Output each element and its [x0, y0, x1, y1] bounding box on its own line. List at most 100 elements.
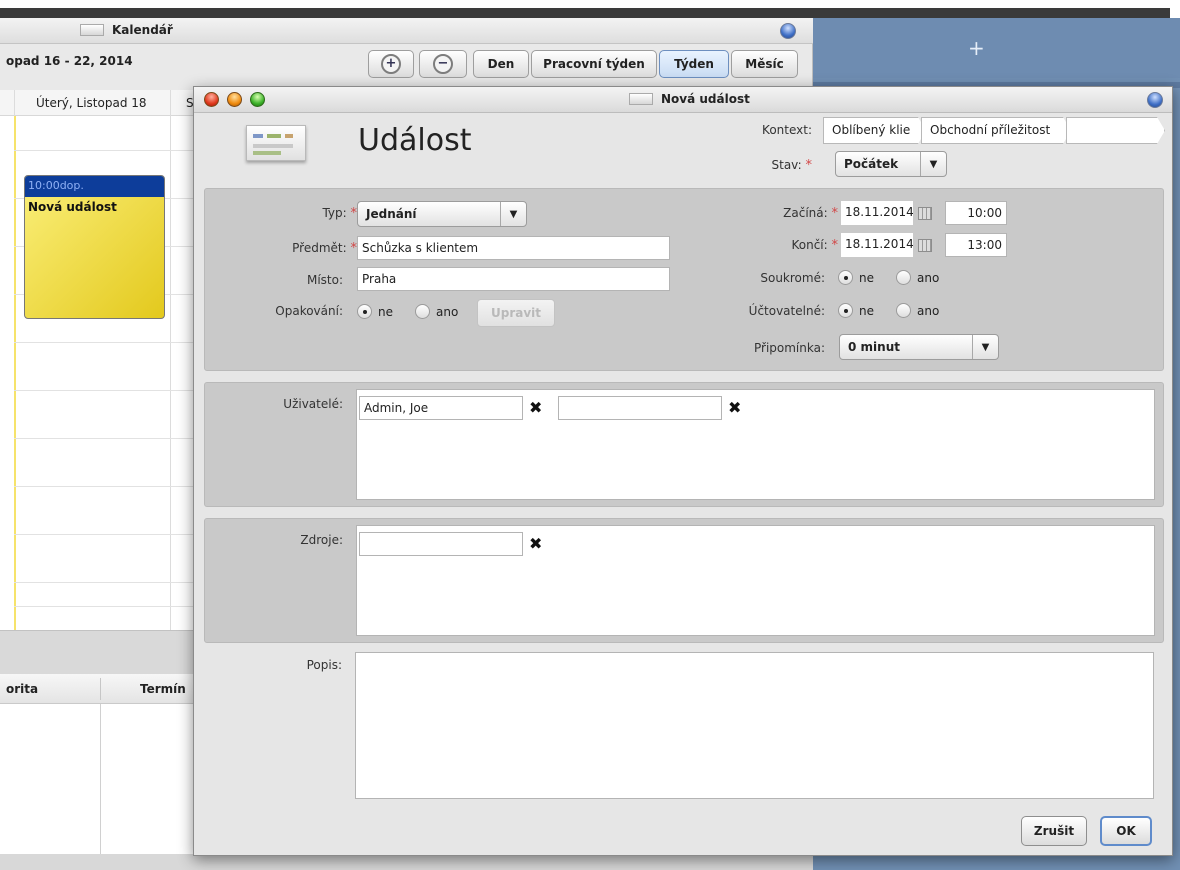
description-textarea[interactable]	[355, 652, 1154, 799]
context-crumb[interactable]: Obchodní příležitost	[921, 117, 1071, 144]
users-listbox[interactable]: Admin, Joe ✖ ✖	[356, 389, 1155, 500]
add-icon[interactable]: +	[968, 36, 985, 60]
end-label: Končí: *	[725, 238, 838, 253]
window-info-icon[interactable]	[780, 23, 796, 39]
zoom-window-button[interactable]	[250, 92, 265, 107]
new-event-dialog: Nová událost Událost Kontext: Oblíbený k…	[193, 86, 1173, 856]
chevron-down-icon: ▼	[920, 152, 946, 176]
status-label-text: Stav:	[771, 158, 802, 172]
user-input-empty[interactable]	[558, 396, 722, 420]
chevron-down-icon: ▼	[500, 202, 526, 226]
today-marker	[14, 116, 16, 630]
type-label: Typ: *	[245, 206, 357, 221]
zoom-out-button[interactable]: −	[419, 50, 467, 78]
private-no-radio[interactable]	[838, 270, 853, 285]
context-label: Kontext:	[762, 123, 812, 137]
private-yes-label[interactable]: ano	[917, 271, 939, 285]
repeat-edit-button[interactable]: Upravit	[477, 299, 555, 327]
end-label-text: Končí:	[791, 238, 828, 252]
private-radio-group: ne ano	[838, 270, 939, 285]
calendar-event[interactable]: 10:00dop. Nová událost	[24, 175, 165, 319]
users-panel: Uživatelé: Admin, Joe ✖ ✖	[204, 382, 1164, 507]
calendar-icon[interactable]	[918, 207, 932, 220]
grid-line	[14, 486, 194, 487]
end-time-input[interactable]: 13:00	[945, 233, 1007, 257]
grid-line	[14, 390, 194, 391]
billable-yes-radio[interactable]	[896, 303, 911, 318]
repeat-label: Opakování:	[275, 304, 343, 318]
status-label: Stav: *	[752, 158, 813, 173]
private-no-label[interactable]: ne	[859, 271, 874, 285]
calendar-title-text: Kalendář	[112, 23, 173, 37]
remove-user-icon[interactable]: ✖	[728, 398, 741, 417]
resource-input[interactable]	[359, 532, 523, 556]
column-deadline[interactable]: Termín	[140, 682, 186, 696]
zoom-in-button[interactable]: +	[368, 50, 414, 78]
bottom-bar	[0, 854, 813, 870]
minimize-window-button[interactable]	[227, 92, 242, 107]
repeat-yes-label[interactable]: ano	[436, 305, 458, 319]
billable-no-label[interactable]: ne	[859, 304, 874, 318]
place-input[interactable]: Praha	[357, 267, 670, 291]
calendar-title: Kalendář	[80, 23, 173, 37]
remove-resource-icon[interactable]: ✖	[529, 534, 542, 553]
type-select[interactable]: Jednání ▼	[357, 201, 527, 227]
billable-radio-group: ne ano	[838, 303, 939, 318]
grid-line	[14, 342, 194, 343]
calendar-icon[interactable]	[918, 239, 932, 252]
day-header-tuesday[interactable]: Úterý, Listopad 18	[36, 96, 147, 110]
view-month-button[interactable]: Měsíc	[731, 50, 798, 78]
chevron-down-icon: ▼	[972, 335, 998, 359]
subject-label-text: Předmět:	[292, 241, 347, 255]
dialog-info-icon[interactable]	[1147, 92, 1163, 108]
calendar-range: opad 16 - 22, 2014	[6, 54, 133, 68]
private-label: Soukromé:	[760, 271, 825, 285]
resources-panel: Zdroje: ✖	[204, 518, 1164, 643]
cancel-button[interactable]: Zrušit	[1021, 816, 1087, 846]
required-icon: *	[831, 238, 839, 253]
subject-input[interactable]: Schůzka s klientem	[357, 236, 670, 260]
start-time-input[interactable]: 10:00	[945, 201, 1007, 225]
type-label-text: Typ:	[322, 206, 347, 220]
context-crumb[interactable]: Oblíbený klie	[823, 117, 926, 144]
grid-line	[170, 90, 171, 630]
close-window-button[interactable]	[204, 92, 219, 107]
context-crumb-empty[interactable]	[1066, 117, 1165, 144]
type-value: Jednání	[366, 207, 417, 221]
repeat-no-radio[interactable]	[357, 304, 372, 319]
dialog-title: Nová událost	[629, 92, 750, 106]
user-input[interactable]: Admin, Joe	[359, 396, 523, 420]
event-time: 10:00dop.	[25, 176, 164, 197]
reminder-select[interactable]: 0 minut ▼	[839, 334, 999, 360]
view-week-button[interactable]: Týden	[659, 50, 729, 78]
repeat-yes-radio[interactable]	[415, 304, 430, 319]
grid-line	[14, 438, 194, 439]
dialog-heading: Událost	[358, 123, 472, 158]
status-value: Počátek	[844, 157, 899, 171]
grid-line	[14, 606, 194, 607]
dialog-app-icon	[629, 93, 653, 105]
billable-yes-label[interactable]: ano	[917, 304, 939, 318]
view-day-button[interactable]: Den	[473, 50, 529, 78]
grid-line	[14, 150, 194, 151]
resources-listbox[interactable]: ✖	[356, 525, 1155, 636]
column-priority[interactable]: orita	[6, 682, 38, 696]
remove-user-icon[interactable]: ✖	[529, 398, 542, 417]
view-workweek-button[interactable]: Pracovní týden	[531, 50, 657, 78]
repeat-radio-group: ne ano	[357, 304, 458, 319]
repeat-no-label[interactable]: ne	[378, 305, 393, 319]
description-label: Popis:	[306, 658, 342, 672]
private-yes-radio[interactable]	[896, 270, 911, 285]
start-label: Začíná: *	[725, 206, 838, 221]
event-details-panel: Typ: * Jednání ▼ Předmět: * Schůzka s kl…	[204, 188, 1164, 371]
calendar-app-icon	[80, 24, 104, 36]
billable-label: Účtovatelné:	[748, 304, 825, 318]
right-pane-header: +	[813, 18, 1180, 78]
reminder-value: 0 minut	[848, 340, 900, 354]
ok-button[interactable]: OK	[1100, 816, 1152, 846]
grid-line	[14, 534, 194, 535]
billable-no-radio[interactable]	[838, 303, 853, 318]
status-select[interactable]: Počátek ▼	[835, 151, 947, 177]
end-date-input[interactable]: 18.11.2014	[841, 233, 913, 257]
start-date-input[interactable]: 18.11.2014	[841, 201, 913, 225]
